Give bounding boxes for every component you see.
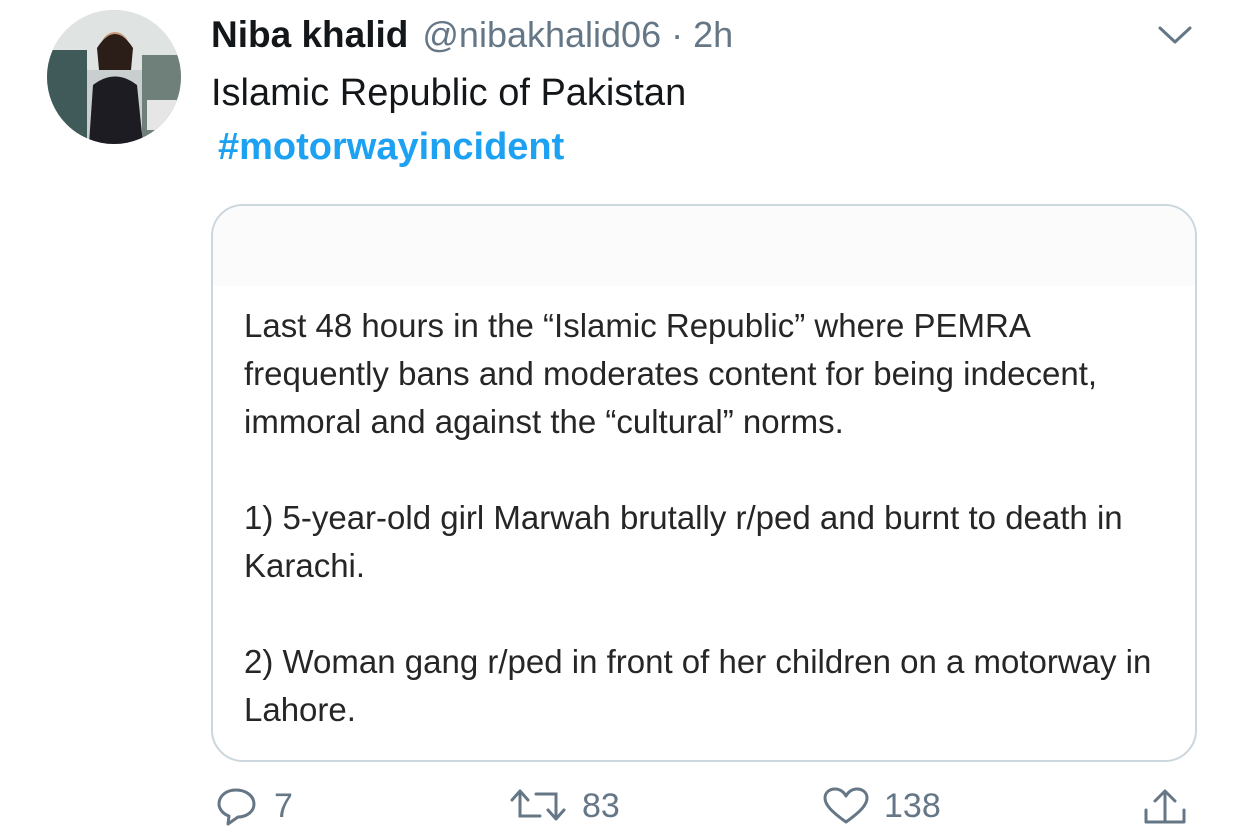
share-icon [1144,789,1186,824]
tweet-text: Islamic Republic of Pakistan [211,72,687,114]
hashtag-link[interactable]: #motorwayincident [218,126,564,169]
card-paragraph-intro: Last 48 hours in the “Islamic Republic” … [244,307,1098,440]
separator-dot: · [671,14,684,55]
card-header-strip [213,206,1195,286]
tweet-timestamp[interactable]: 2h [693,14,733,56]
avatar-image [47,10,181,144]
avatar[interactable] [47,10,181,144]
card-paragraph-item-1: 1) 5-year-old girl Marwah brutally r/ped… [244,499,1123,584]
reply-button[interactable]: 7 [216,786,293,826]
heart-icon [823,787,869,824]
reply-icon [217,788,256,826]
tweet-actions: 7 83 138 [0,780,1242,827]
retweet-button[interactable]: 83 [508,786,620,826]
reply-count: 7 [274,786,293,825]
retweet-count: 83 [582,786,620,825]
retweet-icon [510,789,566,821]
author-handle[interactable]: @nibakhalid06 [422,14,661,56]
like-count: 138 [884,786,941,825]
card-paragraph-item-2: 2) Woman gang r/ped in front of her chil… [244,643,1152,728]
author-name[interactable]: Niba khalid [211,14,408,56]
attached-image-card[interactable]: Last 48 hours in the “Islamic Republic” … [211,204,1197,762]
share-button[interactable] [1140,786,1190,826]
card-text: Last 48 hours in the “Islamic Republic” … [244,302,1164,760]
like-button[interactable]: 138 [822,786,941,826]
chevron-down-icon[interactable] [1157,24,1193,46]
tweet-header: Niba khalid @nibakhalid06 · 2h [211,14,733,58]
